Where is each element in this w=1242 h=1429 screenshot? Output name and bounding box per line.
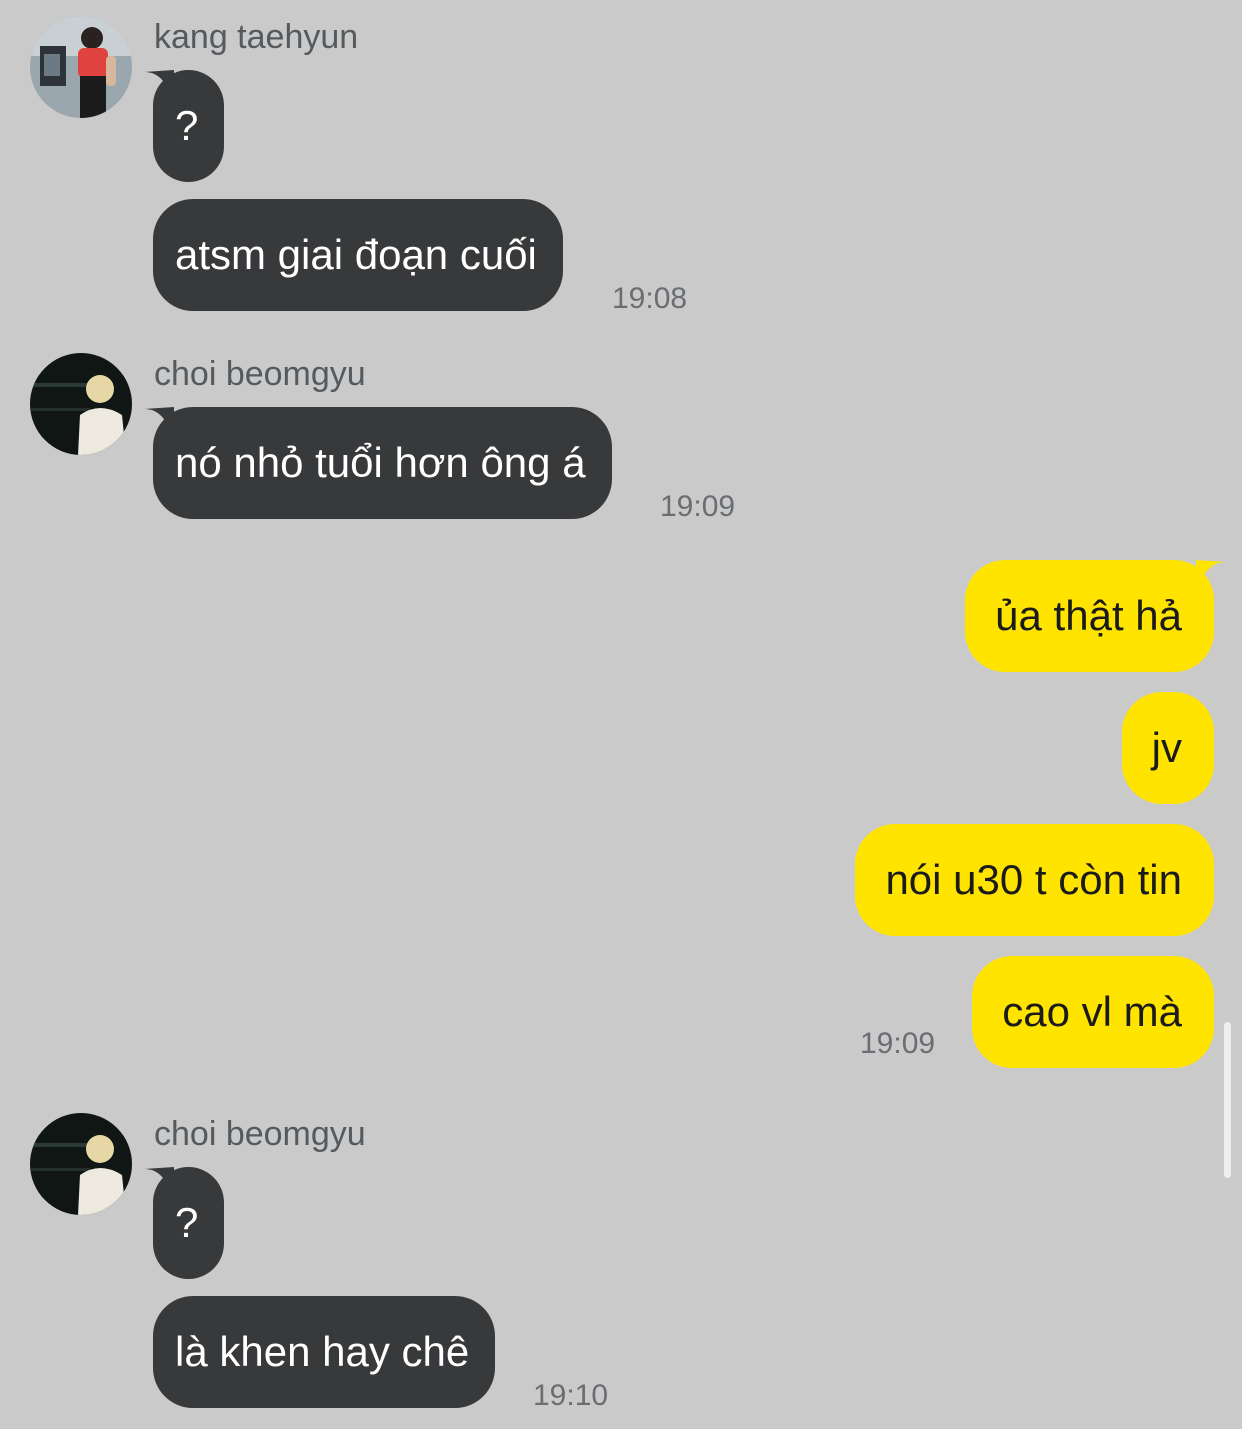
- outgoing-message[interactable]: jv: [1121, 692, 1214, 804]
- avatar-kang-taehyun[interactable]: [30, 16, 132, 118]
- incoming-message[interactable]: nó nhỏ tuổi hơn ông á: [153, 407, 612, 519]
- sender-name: choi beomgyu: [154, 1115, 366, 1153]
- scrollbar[interactable]: [1224, 1022, 1231, 1178]
- avatar-image: [30, 353, 132, 455]
- message-time: 19:09: [660, 490, 736, 523]
- message-time: 19:08: [612, 282, 688, 315]
- avatar-choi-beomgyu[interactable]: [30, 353, 132, 455]
- message-time: 19:09: [860, 1027, 936, 1060]
- outgoing-message[interactable]: cao vl mà: [972, 956, 1214, 1068]
- incoming-message[interactable]: atsm giai đoạn cuối: [153, 199, 563, 311]
- message-time: 19:10: [533, 1379, 609, 1412]
- avatar-image: [30, 16, 132, 118]
- outgoing-message[interactable]: nói u30 t còn tin: [855, 824, 1214, 936]
- avatar-image: [30, 1113, 132, 1215]
- incoming-message[interactable]: là khen hay chê: [153, 1296, 496, 1408]
- sender-name: choi beomgyu: [154, 355, 366, 393]
- sender-name: kang taehyun: [154, 18, 359, 56]
- avatar-choi-beomgyu[interactable]: [30, 1113, 132, 1215]
- incoming-message[interactable]: ?: [153, 70, 225, 182]
- incoming-message[interactable]: ?: [153, 1167, 225, 1279]
- outgoing-message[interactable]: ủa thật hả: [965, 560, 1214, 672]
